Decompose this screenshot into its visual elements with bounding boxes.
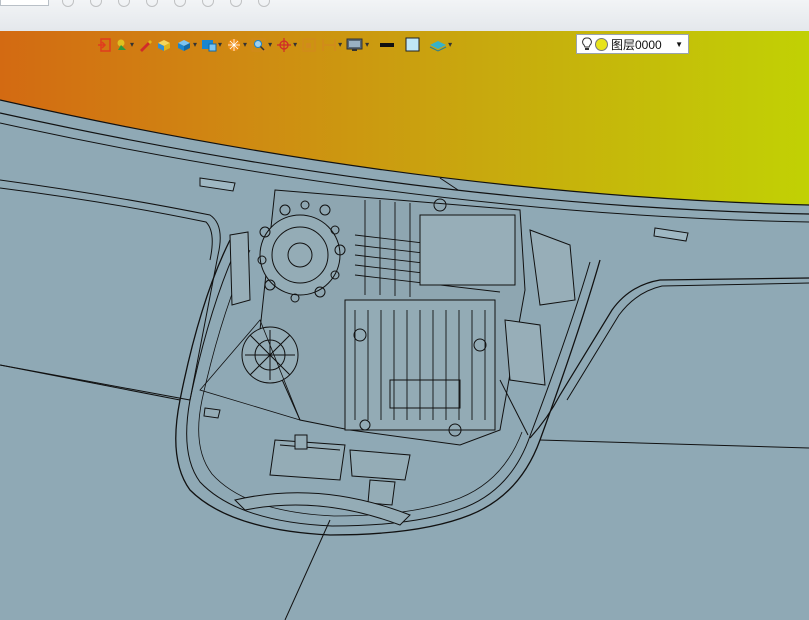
ribbon-icon	[174, 0, 186, 7]
chevron-down-icon[interactable]: ▼	[675, 40, 683, 49]
layers-button[interactable]	[427, 34, 454, 56]
chevron-down-icon[interactable]	[448, 41, 452, 49]
layer-name: 图层0000	[611, 37, 662, 52]
solid-box-icon	[158, 40, 171, 51]
snap-icon	[117, 39, 126, 50]
dimension-button[interactable]	[319, 34, 344, 56]
section-view-button[interactable]	[299, 34, 319, 56]
title-input-stub[interactable]	[0, 0, 49, 6]
snap-button[interactable]	[113, 34, 136, 56]
ribbon-icon	[90, 0, 102, 7]
ribbon-icon	[146, 0, 158, 7]
pencil-icon	[140, 40, 153, 52]
line-weight-button[interactable]	[377, 34, 397, 56]
layers-icon	[429, 41, 447, 52]
section-view-icon	[302, 38, 316, 52]
line-weight-icon	[380, 43, 395, 47]
color-swatch-icon	[405, 37, 420, 52]
render-sphere-button[interactable]	[224, 34, 249, 56]
axis-origin-icon	[277, 38, 292, 52]
dimension-icon	[322, 39, 336, 51]
axis-origin-button[interactable]	[274, 34, 299, 56]
ribbon-icon	[118, 0, 130, 7]
view-toolbar	[95, 33, 454, 57]
zoom-fit-icon	[251, 38, 266, 52]
chevron-down-icon[interactable]	[268, 41, 272, 49]
ribbon-icon	[230, 0, 242, 7]
3d-viewport[interactable]: 图层0000 ▼	[0, 31, 809, 620]
view-cube-icon	[178, 40, 191, 51]
ribbon-icon	[258, 0, 270, 7]
chevron-down-icon[interactable]	[293, 41, 297, 49]
exit-sketch-button[interactable]	[95, 34, 113, 56]
lightbulb-icon[interactable]	[582, 37, 592, 51]
color-swatch-button[interactable]	[403, 34, 423, 56]
top-ribbon	[0, 0, 809, 32]
pencil-button[interactable]	[136, 34, 154, 56]
layer-selector[interactable]: 图层0000 ▼	[576, 34, 689, 54]
chevron-down-icon[interactable]	[365, 41, 369, 49]
chevron-down-icon[interactable]	[130, 41, 134, 49]
ribbon-icon	[62, 0, 74, 7]
cad-model[interactable]	[0, 31, 809, 620]
display-mode-button[interactable]	[199, 34, 224, 56]
ribbon-icon	[202, 0, 214, 7]
monitor-button[interactable]	[344, 34, 371, 56]
zoom-fit-button[interactable]	[249, 34, 274, 56]
view-cube-button[interactable]	[174, 34, 199, 56]
chevron-down-icon[interactable]	[338, 41, 342, 49]
layer-visible-icon[interactable]	[595, 37, 608, 51]
render-sphere-icon	[228, 39, 241, 51]
exit-sketch-icon	[98, 38, 111, 52]
display-mode-icon	[202, 40, 217, 52]
solid-box-button[interactable]	[154, 34, 174, 56]
chevron-down-icon[interactable]	[193, 41, 197, 49]
chevron-down-icon[interactable]	[243, 41, 247, 49]
ribbon-overflow-icons	[62, 0, 382, 7]
monitor-icon	[346, 38, 363, 51]
chevron-down-icon[interactable]	[218, 41, 222, 49]
